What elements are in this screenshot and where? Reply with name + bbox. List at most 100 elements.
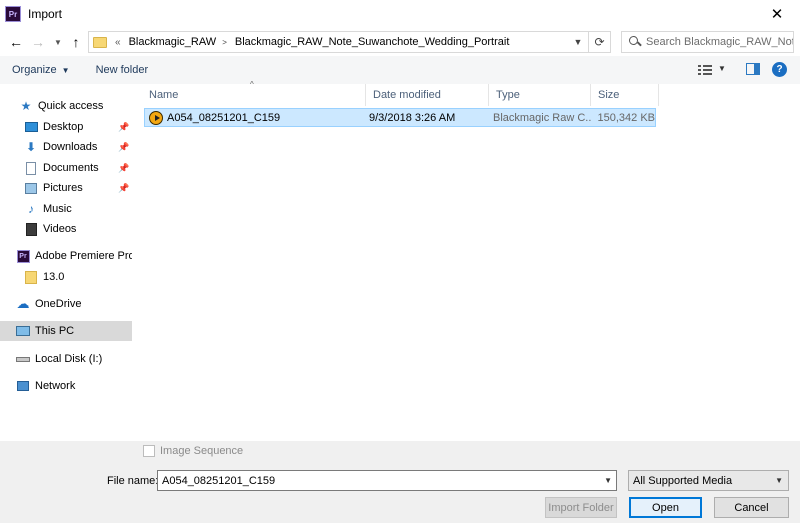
file-name-cell[interactable]: A054_08251201_C159: [145, 109, 367, 126]
nav-label: Music: [43, 203, 72, 215]
nav-downloads[interactable]: ⬇ Downloads 📌: [0, 137, 132, 157]
up-button[interactable]: ↑: [66, 32, 86, 52]
nav-label: Quick access: [38, 100, 104, 112]
address-bar[interactable]: « Blackmagic_RAW > Blackmagic_RAW_Note_S…: [88, 31, 611, 53]
image-sequence-option[interactable]: Image Sequence: [143, 445, 243, 457]
star-icon: ★: [20, 99, 32, 113]
address-dropdown-icon[interactable]: ▼: [570, 32, 586, 52]
column-name-label: Name: [149, 89, 179, 101]
help-icon[interactable]: ?: [772, 62, 787, 77]
view-options-caret-icon[interactable]: ▼: [718, 64, 726, 73]
file-type-cell: Blackmagic Raw C...: [493, 109, 591, 126]
file-list: Name ^ Date modified Type Size A054_0825…: [132, 80, 800, 441]
nav-label: Videos: [43, 223, 77, 235]
videos-icon: [24, 222, 38, 236]
nav-label: Desktop: [43, 121, 84, 133]
forward-arrow-icon: →: [31, 34, 45, 50]
drive-icon: [16, 352, 30, 366]
nav-adobe-premiere[interactable]: Pr Adobe Premiere Pro: [0, 246, 132, 266]
nav-this-pc[interactable]: This PC: [0, 321, 132, 341]
computer-icon: [16, 324, 30, 338]
nav-label: OneDrive: [35, 298, 82, 310]
dialog-footer: Image Sequence File name: A054_08251201_…: [0, 441, 800, 523]
nav-label: Downloads: [43, 141, 98, 153]
column-type-label: Type: [496, 89, 520, 101]
organize-button[interactable]: Organize ▼: [12, 64, 70, 76]
chevron-down-icon: ▼: [775, 476, 783, 485]
nav-label: Adobe Premiere Pro: [35, 250, 132, 262]
breadcrumb-current-folder[interactable]: Blackmagic_RAW_Note_Suwanchote_Wedding_P…: [235, 36, 510, 48]
nav-label: Pictures: [43, 182, 83, 194]
premiere-icon: Pr: [16, 249, 30, 263]
premiere-app-icon: Pr: [5, 6, 21, 22]
back-button[interactable]: ←: [6, 32, 26, 52]
column-header-size[interactable]: Size: [591, 84, 659, 106]
pin-icon: 📌: [118, 182, 130, 193]
nav-folder-13[interactable]: 13.0: [0, 267, 132, 287]
cloud-icon: ☁: [16, 296, 30, 311]
table-row[interactable]: A054_08251201_C159 9/3/2018 3:26 AM Blac…: [144, 108, 656, 127]
file-name-value: A054_08251201_C159: [162, 474, 276, 487]
nav-quick-access[interactable]: ★ Quick access: [0, 96, 132, 116]
preview-pane-icon[interactable]: [746, 63, 760, 75]
blackmagic-raw-file-icon: [149, 110, 163, 125]
column-header-name[interactable]: Name: [142, 84, 366, 106]
file-type-select[interactable]: All Supported Media ▼: [628, 470, 789, 491]
nav-pictures[interactable]: Pictures 📌: [0, 178, 132, 198]
file-date: 9/3/2018 3:26 AM: [369, 111, 456, 124]
window-title: Import: [28, 7, 63, 21]
nav-desktop[interactable]: Desktop 📌: [0, 117, 132, 137]
file-name-field[interactable]: A054_08251201_C159 ▼: [157, 470, 617, 491]
pin-icon: 📌: [118, 141, 130, 152]
cancel-label: Cancel: [734, 501, 769, 514]
new-folder-button[interactable]: New folder: [96, 64, 149, 76]
sort-ascending-icon: ^: [250, 80, 254, 89]
file-name-dropdown-icon[interactable]: ▼: [604, 476, 612, 485]
file-name: A054_08251201_C159: [167, 111, 281, 124]
open-button[interactable]: Open: [629, 497, 702, 518]
file-date-cell: 9/3/2018 3:26 AM: [369, 109, 489, 126]
change-view-icon[interactable]: [698, 63, 712, 77]
column-header-type[interactable]: Type: [489, 84, 591, 106]
nav-label: Documents: [43, 162, 99, 174]
chevron-right-icon[interactable]: >: [222, 38, 227, 47]
recent-locations-button[interactable]: ▼: [48, 32, 68, 52]
nav-label: Network: [35, 380, 76, 392]
nav-network[interactable]: Network: [0, 376, 132, 396]
close-icon: ✕: [770, 6, 784, 23]
folder-icon: [24, 270, 38, 284]
chevron-down-icon: ▼: [54, 37, 62, 47]
up-arrow-icon: ↑: [72, 34, 80, 50]
new-folder-label: New folder: [95, 64, 149, 76]
file-size: 150,342 KB: [597, 111, 656, 124]
image-sequence-checkbox[interactable]: [143, 445, 155, 457]
close-button[interactable]: ✕: [754, 0, 800, 28]
nav-videos[interactable]: Videos: [0, 219, 132, 239]
address-row: ← → ▼ ↑ « Blackmagic_RAW > Blackmagic_RA…: [0, 28, 800, 56]
file-type: Blackmagic Raw C...: [493, 111, 591, 124]
pin-icon: 📌: [118, 162, 130, 173]
download-arrow-icon: ⬇: [25, 140, 37, 154]
refresh-icon[interactable]: ⟳: [588, 32, 610, 52]
column-header-date[interactable]: Date modified: [366, 84, 489, 106]
nav-local-disk[interactable]: Local Disk (I:): [0, 349, 132, 369]
documents-icon: [24, 161, 38, 175]
cancel-button[interactable]: Cancel: [714, 497, 789, 518]
image-sequence-label: Image Sequence: [160, 445, 244, 457]
open-label: Open: [652, 501, 679, 514]
nav-music[interactable]: ♪ Music: [0, 199, 132, 219]
import-folder-button[interactable]: Import Folder: [545, 497, 617, 518]
search-box[interactable]: Search Blackmagic_RAW_Not...: [621, 31, 794, 53]
column-date-label: Date modified: [373, 89, 441, 101]
column-size-label: Size: [598, 89, 620, 101]
nav-documents[interactable]: Documents 📌: [0, 158, 132, 178]
forward-button[interactable]: →: [28, 32, 48, 52]
nav-label: This PC: [35, 325, 75, 337]
nav-onedrive[interactable]: ☁ OneDrive: [0, 294, 132, 314]
nav-label: Local Disk (I:): [35, 353, 103, 365]
search-input[interactable]: Search Blackmagic_RAW_Not...: [646, 36, 793, 48]
breadcrumb-blackmagic-raw[interactable]: Blackmagic_RAW: [129, 36, 217, 48]
import-folder-label: Import Folder: [548, 501, 614, 514]
organize-label: Organize: [12, 64, 57, 76]
breadcrumb-overflow[interactable]: «: [115, 37, 121, 48]
